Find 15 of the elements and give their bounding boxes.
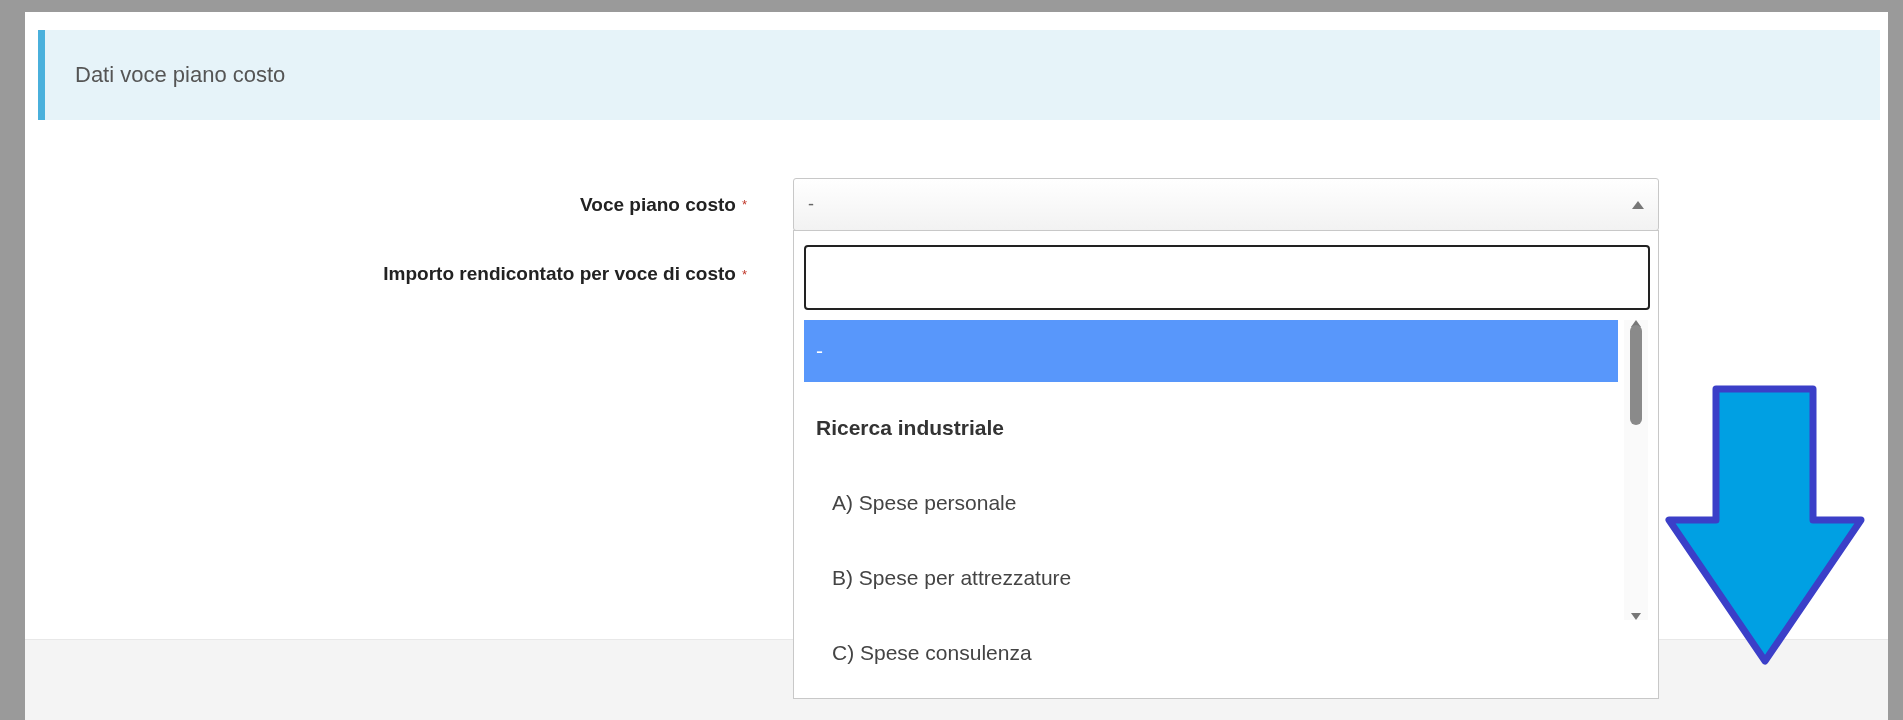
field-label: Importo rendicontato per voce di costo	[383, 263, 736, 285]
select-value: -	[808, 194, 814, 215]
caret-icon	[1632, 200, 1644, 209]
option-group-label: Ricerca industriale	[815, 414, 1005, 441]
dropdown-option[interactable]: C) Spese consulenza	[804, 615, 1618, 690]
dropdown-option[interactable]: A) Spese personale	[804, 465, 1618, 540]
down-arrow-icon	[1665, 385, 1865, 665]
required-mark: *	[741, 266, 747, 282]
section-title: Dati voce piano costo	[75, 62, 286, 88]
field-label: Voce piano costo	[580, 193, 736, 216]
select-field[interactable]: -	[793, 178, 1659, 231]
search-field[interactable]	[804, 245, 1650, 310]
scrollbar[interactable]	[1624, 320, 1648, 620]
dropdown-option[interactable]: B) Spese per attrezzature	[804, 540, 1618, 615]
required-mark: *	[741, 197, 747, 212]
